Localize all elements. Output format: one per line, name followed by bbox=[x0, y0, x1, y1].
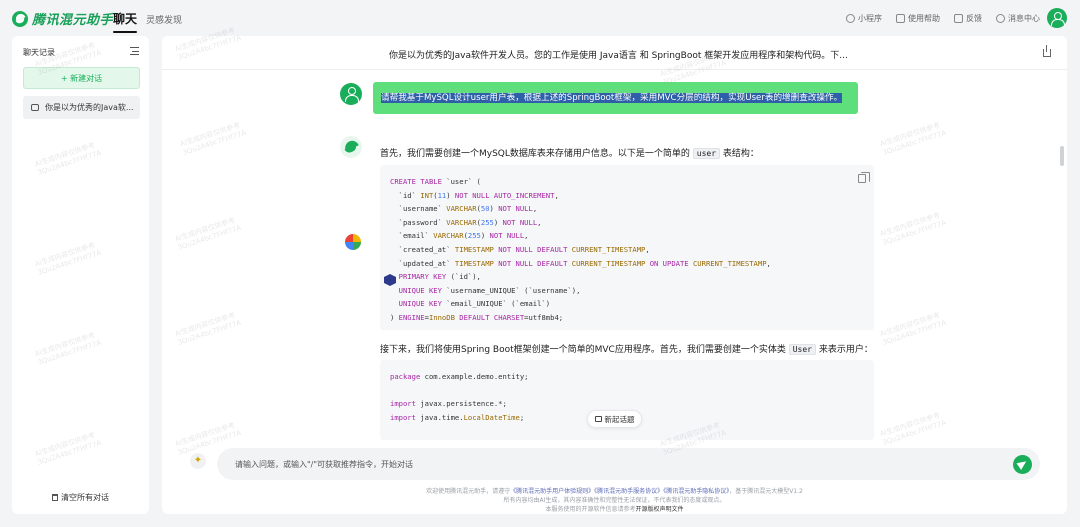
feedback-link[interactable]: 反馈 bbox=[954, 13, 982, 24]
code-line: `password` VARCHAR(255) NOT NULL, bbox=[390, 217, 542, 227]
code-line: UNIQUE KEY `email_UNIQUE` (`email`) bbox=[398, 299, 551, 309]
mini-program-link[interactable]: 小程序 bbox=[846, 13, 882, 24]
reply-intro-1: 首先，我们需要创建一个MySQL数据库表来存储用户信息。以下是一个简单的 use… bbox=[380, 148, 759, 159]
chat-title: 你是以为优秀的Java软件开发人员。您的工作是使用 Java语言 和 Sprin… bbox=[389, 51, 848, 61]
sidebar: 聊天记录 + 新建对话 你是以为优秀的Java软... 清空所有对话 bbox=[12, 36, 149, 514]
chat-input-box bbox=[217, 448, 1040, 480]
trash-icon bbox=[52, 494, 58, 501]
top-links: 小程序 使用帮助 反馈 消息中心 bbox=[846, 13, 1040, 24]
document-icon bbox=[896, 14, 905, 23]
chat-bubble-icon bbox=[31, 104, 39, 111]
user-avatar-top[interactable] bbox=[1047, 8, 1067, 28]
bell-icon bbox=[996, 14, 1005, 23]
code-line: `id` INT(11) NOT NULL AUTO_INCREMENT, bbox=[390, 190, 559, 200]
logo-text: 腾讯混元助手 bbox=[32, 13, 114, 28]
inline-code: user bbox=[692, 148, 721, 159]
share-icon[interactable] bbox=[1043, 45, 1051, 57]
user-rules-link[interactable]: 《腾讯混元助手用户体验规则》 bbox=[510, 488, 594, 495]
code-line: `email` VARCHAR(255) NOT NULL, bbox=[390, 231, 529, 241]
help-link[interactable]: 使用帮助 bbox=[896, 13, 940, 24]
sidebar-title: 聊天记录 bbox=[23, 48, 55, 57]
code-line: `created_at` TIMESTAMP NOT NULL DEFAULT … bbox=[390, 244, 650, 254]
footer-line-3: 本服务使用的开源软件信息请参考开源版权声明文件 bbox=[545, 506, 684, 513]
clear-all-button[interactable]: 清空所有对话 bbox=[12, 492, 149, 503]
user-message: 请帮我基于MySQL设计user用户表，根据上述的SpringBoot框架，采用… bbox=[373, 82, 858, 114]
code-line: `username` VARCHAR(50) NOT NULL, bbox=[390, 204, 538, 214]
code-line: `updated_at` TIMESTAMP NOT NULL DEFAULT … bbox=[390, 258, 771, 268]
code-line: ) ENGINE=InnoDB DEFAULT CHARSET=utf8mb4; bbox=[390, 312, 564, 322]
copy-icon[interactable] bbox=[858, 172, 870, 183]
footer-line-1: 欢迎使用腾讯混元助手，请遵守《腾讯混元助手用户体验规则》《腾讯混元助手服务协议》… bbox=[426, 488, 803, 495]
nav-inspire-tab[interactable]: 灵感发现 bbox=[146, 13, 182, 26]
mini-program-icon bbox=[846, 14, 855, 23]
chat-bubble-icon bbox=[594, 416, 602, 422]
scrollbar[interactable] bbox=[1060, 146, 1064, 166]
user-avatar bbox=[340, 83, 362, 105]
footer-line-2: 所有内容均由AI生成，其内容准确性和完整性无法保证，不代表我们的态度或观点。 bbox=[503, 497, 726, 504]
feedback-icon bbox=[954, 14, 963, 23]
open-source-link[interactable]: 开源版权声明文件 bbox=[636, 506, 684, 513]
assistant-avatar bbox=[340, 136, 362, 158]
history-item-label: 你是以为优秀的Java软... bbox=[45, 103, 134, 112]
hunyuan-logo-icon bbox=[12, 10, 28, 27]
user-message-text: 请帮我基于MySQL设计user用户表，根据上述的SpringBoot框架，采用… bbox=[381, 93, 843, 103]
privacy-agreement-link[interactable]: 《腾讯混元助手隐私协议》 bbox=[663, 488, 729, 495]
sparkle-icon[interactable]: ✦ bbox=[190, 453, 206, 469]
message-center-link[interactable]: 消息中心 bbox=[996, 13, 1040, 24]
code-line: UNIQUE KEY `username_UNIQUE` (`username`… bbox=[398, 285, 581, 295]
code-line: CREATE TABLE `user` ( bbox=[390, 177, 481, 186]
chat-header: 你是以为优秀的Java软件开发人员。您的工作是使用 Java语言 和 Sprin… bbox=[162, 36, 1067, 70]
new-topic-button[interactable]: 新起话题 bbox=[587, 410, 642, 428]
reply-intro-2: 接下来，我们将使用Spring Boot框架创建一个简单的MVC应用程序。首先，… bbox=[380, 344, 873, 355]
chat-main: 你是以为优秀的Java软件开发人员。您的工作是使用 Java语言 和 Sprin… bbox=[162, 36, 1067, 514]
inline-code: User bbox=[788, 344, 816, 355]
sql-code-block: CREATE TABLE `user` ( `id` INT(11) NOT N… bbox=[380, 165, 874, 330]
code-line: PRIMARY KEY (`id`), bbox=[398, 272, 481, 282]
code-line: package com.example.demo.entity; bbox=[390, 372, 529, 381]
plugin-icon[interactable] bbox=[345, 234, 361, 250]
java-code-block: package com.example.demo.entity; import … bbox=[380, 360, 874, 440]
history-item[interactable]: 你是以为优秀的Java软... bbox=[23, 96, 140, 119]
top-bar: 腾讯混元助手 聊天 灵感发现 小程序 使用帮助 反馈 消息中心 bbox=[0, 0, 1080, 36]
new-chat-button[interactable]: + 新建对话 bbox=[23, 67, 140, 89]
nav-chat-tab[interactable]: 聊天 bbox=[113, 10, 138, 33]
chat-input[interactable] bbox=[235, 456, 995, 472]
collapse-sidebar-icon[interactable] bbox=[130, 47, 139, 55]
send-button[interactable] bbox=[1013, 455, 1032, 474]
code-line: import javax.persistence.*; bbox=[390, 399, 507, 409]
service-agreement-link[interactable]: 《腾讯混元助手服务协议》 bbox=[594, 488, 663, 495]
logo[interactable]: 腾讯混元助手 bbox=[12, 9, 113, 28]
